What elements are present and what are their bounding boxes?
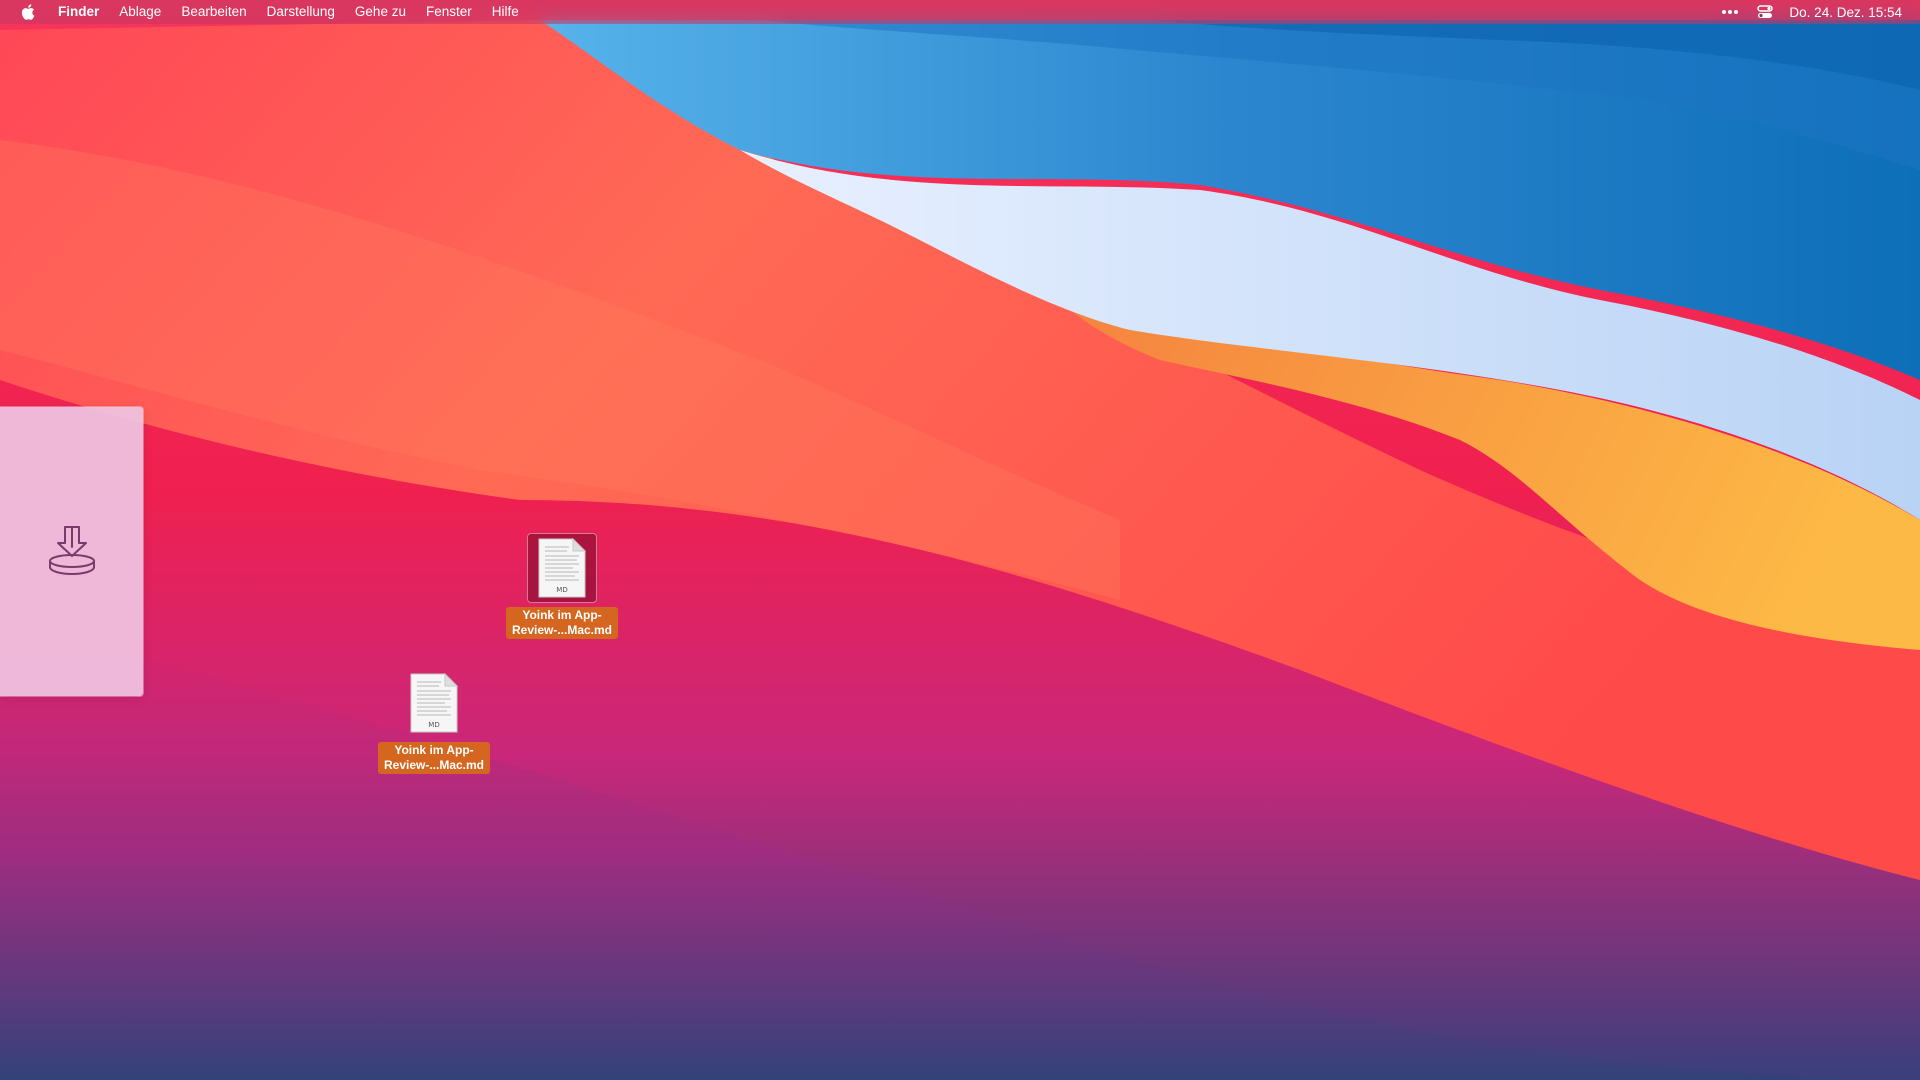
file-name-line-1: Yoink im App-	[522, 608, 602, 622]
menu-bearbeiten[interactable]: Bearbeiten	[181, 0, 246, 24]
menu-bar: Finder Ablage Bearbeiten Darstellung Geh…	[0, 0, 1920, 24]
menu-ablage[interactable]: Ablage	[119, 0, 161, 24]
document-icon: MD	[538, 537, 587, 598]
file-name-line-2: Review-...Mac.md	[511, 623, 613, 637]
file-name-line-2: Review-...Mac.md	[383, 758, 485, 772]
desktop-file-label[interactable]: Yoink im App- Review-...Mac.md	[505, 607, 619, 639]
wallpaper	[0, 0, 1920, 1080]
menu-finder[interactable]: Finder	[58, 0, 99, 24]
markdown-file-thumbnail[interactable]: MD	[399, 668, 469, 738]
yoink-drop-shelf[interactable]	[0, 407, 143, 696]
more-dots-icon[interactable]	[1721, 9, 1739, 15]
desktop-file-label[interactable]: Yoink im App- Review-...Mac.md	[377, 742, 491, 774]
desktop-file-icon[interactable]: MD Yoink im App- Review-...Mac.md	[372, 668, 496, 774]
markdown-file-thumbnail[interactable]: MD	[527, 533, 597, 603]
file-name-line-1: Yoink im App-	[394, 743, 474, 757]
document-icon: MD	[410, 672, 459, 733]
menu-bar-clock[interactable]: Do. 24. Dez. 15:54	[1789, 5, 1902, 20]
file-type-badge: MD	[428, 721, 439, 729]
menu-hilfe[interactable]: Hilfe	[492, 0, 519, 24]
control-center-icon[interactable]	[1757, 5, 1774, 19]
file-type-badge: MD	[556, 586, 567, 594]
menu-darstellung[interactable]: Darstellung	[267, 0, 335, 24]
desktop[interactable]: Finder Ablage Bearbeiten Darstellung Geh…	[0, 0, 1920, 1080]
menu-gehe-zu[interactable]: Gehe zu	[355, 0, 406, 24]
apple-logo-icon[interactable]	[20, 3, 36, 21]
tray-download-icon	[46, 523, 98, 580]
desktop-file-icon-selected[interactable]: MD Yoink im App- Review-...Mac.md	[500, 533, 624, 639]
menu-fenster[interactable]: Fenster	[426, 0, 472, 24]
